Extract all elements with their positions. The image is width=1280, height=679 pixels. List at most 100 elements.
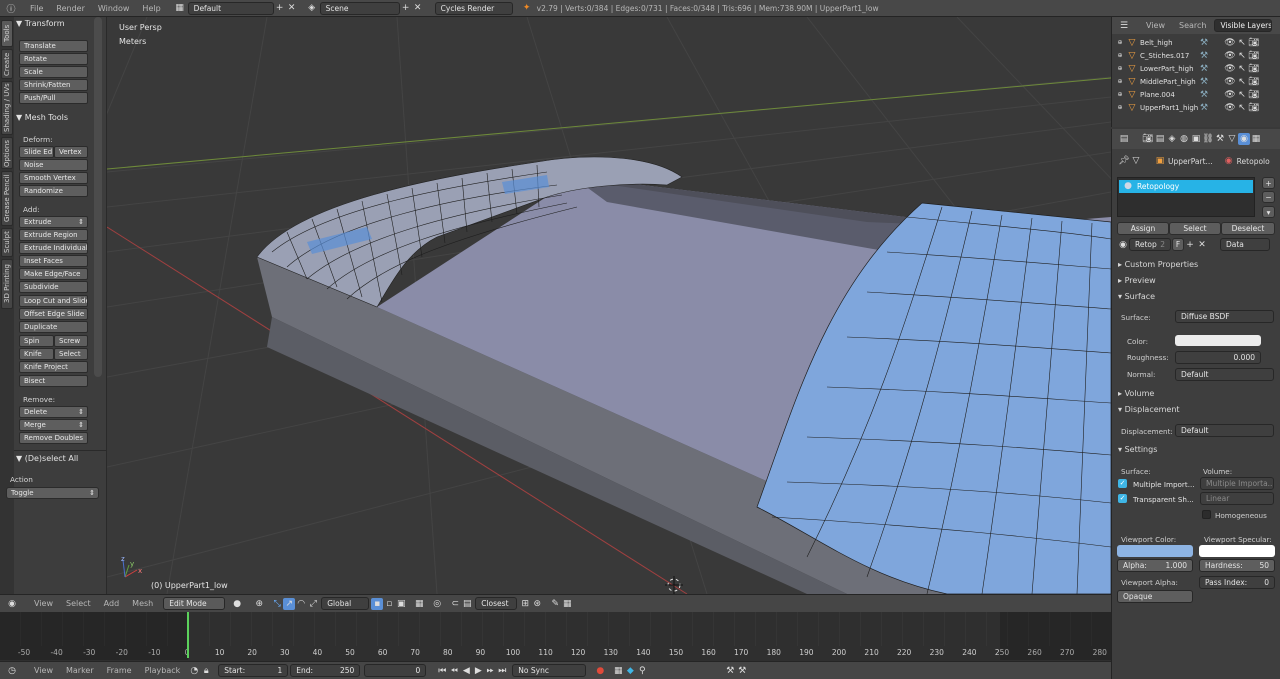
- select-arrow-icon[interactable]: ↖: [1236, 37, 1248, 49]
- blend-mode-select[interactable]: Opaque: [1117, 590, 1193, 603]
- translate-button[interactable]: Translate: [19, 40, 88, 52]
- snap-target-select[interactable]: Closest: [475, 597, 518, 610]
- render-layers-tab-icon[interactable]: ▤: [1154, 133, 1166, 145]
- extrude-menu[interactable]: Extrude ⇕: [19, 216, 88, 228]
- add-slot-button[interactable]: +: [1262, 177, 1275, 189]
- keyframe-type-icon[interactable]: ⚲: [636, 665, 648, 677]
- merge-menu[interactable]: Merge ⇕: [19, 419, 88, 431]
- end-frame-field[interactable]: End: 250: [290, 664, 361, 677]
- vertex-select-icon[interactable]: ▪: [371, 597, 384, 610]
- inset-faces-button[interactable]: Inset Faces: [19, 255, 88, 267]
- viewport-shading-icon[interactable]: ●: [231, 598, 243, 610]
- display-mode-select[interactable]: Visible Layers: [1214, 19, 1273, 32]
- transform-orientation-select[interactable]: Global: [321, 597, 370, 610]
- jump-end-icon[interactable]: ⏭︎: [496, 665, 508, 677]
- pin-icon[interactable]: 📌︎: [1118, 155, 1130, 167]
- rotate-button[interactable]: Rotate: [19, 53, 88, 65]
- scene-select[interactable]: Scene: [319, 1, 400, 15]
- 3d-cursor[interactable]: [665, 576, 683, 594]
- scale-manipulator-icon[interactable]: ⤢: [307, 598, 319, 610]
- new-material-icon[interactable]: +: [1184, 239, 1196, 251]
- snap-magnet-icon[interactable]: ⊂: [449, 598, 461, 610]
- material-slot-retopology[interactable]: Retopology: [1119, 180, 1253, 193]
- camera-render-icon[interactable]: 📷︎: [1248, 37, 1260, 49]
- extrude-region-button[interactable]: Extrude Region: [19, 229, 88, 241]
- expand-icon[interactable]: ⊕: [1114, 63, 1126, 75]
- eye-icon[interactable]: 👁︎: [1224, 37, 1236, 49]
- play-icon[interactable]: ▶: [472, 665, 484, 677]
- push-pull-button[interactable]: Push/Pull: [19, 92, 88, 104]
- menu-frame[interactable]: Frame: [107, 666, 132, 675]
- slot-specials-button[interactable]: ▾: [1262, 206, 1275, 218]
- material-slots-list[interactable]: Retopology ●: [1117, 177, 1255, 217]
- snap-options-icon[interactable]: ⊞: [519, 598, 531, 610]
- render-engine-select[interactable]: Cycles Render: [434, 1, 513, 15]
- camera-render-icon[interactable]: 📷︎: [1248, 102, 1260, 114]
- transform-panel-header[interactable]: ▼ Transform: [16, 19, 65, 28]
- unlink-material-icon[interactable]: ✕: [1196, 239, 1208, 251]
- assign-button[interactable]: Assign: [1117, 222, 1169, 235]
- select-arrow-icon[interactable]: ↖: [1236, 102, 1248, 114]
- sync-mode-select[interactable]: No Sync: [512, 664, 587, 677]
- remove-doubles-button[interactable]: Remove Doubles: [19, 432, 88, 444]
- pass-index-field[interactable]: Pass Index: 0: [1199, 576, 1275, 589]
- make-edge-face-button[interactable]: Make Edge/Face: [19, 268, 88, 280]
- render-animation-icon[interactable]: ▦: [561, 598, 573, 610]
- extrude-individual-button[interactable]: Extrude Individual: [19, 242, 88, 254]
- volume-interpolation-select[interactable]: Linear: [1200, 492, 1274, 505]
- remove-layout-icon[interactable]: ✕: [286, 2, 298, 14]
- add-layout-icon[interactable]: +: [274, 2, 286, 14]
- outliner-item[interactable]: ⊕ ▽ UpperPart1_high ⚒ 👁︎ ↖ 📷︎: [1112, 101, 1280, 114]
- editor-type-icon[interactable]: ◷: [6, 665, 18, 677]
- toolshelf-scrollbar[interactable]: [94, 17, 102, 377]
- randomize-button[interactable]: Randomize: [19, 185, 88, 197]
- tab-3d-printing[interactable]: 3D Printing: [1, 259, 13, 309]
- edge-select-icon[interactable]: ▫: [383, 598, 395, 610]
- 3d-viewport[interactable]: z y x User Persp Meters (0) UpperPart1_l…: [107, 17, 1111, 594]
- remove-scene-icon[interactable]: ✕: [412, 2, 424, 14]
- select-arrow-icon[interactable]: ↖: [1236, 50, 1248, 62]
- tab-shading-uvs[interactable]: Shading / UVs: [1, 81, 13, 135]
- action-select[interactable]: Toggle ⇕: [6, 487, 99, 499]
- duplicate-button[interactable]: Duplicate: [19, 321, 88, 333]
- scale-button[interactable]: Scale: [19, 66, 88, 78]
- keyframe-icon[interactable]: ◆: [624, 665, 636, 677]
- viewport-specular-swatch[interactable]: [1199, 545, 1275, 557]
- slide-edge-button[interactable]: Slide Ed: [19, 146, 54, 158]
- proportional-editing-icon[interactable]: ◎: [431, 598, 443, 610]
- material-name-field[interactable]: Retop 2: [1129, 238, 1171, 251]
- delete-menu[interactable]: Delete ⇕: [19, 406, 88, 418]
- material-tab-icon[interactable]: ◉: [1238, 133, 1250, 145]
- select-arrow-icon[interactable]: ↖: [1236, 63, 1248, 75]
- homogeneous-checkbox[interactable]: [1202, 510, 1211, 519]
- scene-tab-icon[interactable]: ◈: [1166, 133, 1178, 145]
- expand-icon[interactable]: ⊕: [1114, 76, 1126, 88]
- preview-range-icon[interactable]: ◔: [188, 665, 200, 677]
- outliner-view-menu[interactable]: View: [1146, 21, 1165, 30]
- shrink-fatten-button[interactable]: Shrink/Fatten: [19, 79, 88, 91]
- outliner-item[interactable]: ⊕ ▽ LowerPart_high ⚒ 👁︎ ↖ 📷︎: [1112, 62, 1280, 75]
- eye-icon[interactable]: 👁︎: [1224, 76, 1236, 88]
- smooth-vertex-button[interactable]: Smooth Vertex: [19, 172, 88, 184]
- data-tab-icon[interactable]: ▽: [1226, 133, 1238, 145]
- material-browse-icon[interactable]: ◉: [1117, 239, 1129, 251]
- lock-icon[interactable]: 🔒︎: [200, 665, 212, 677]
- menu-view[interactable]: View: [34, 599, 53, 608]
- modifiers-tab-icon[interactable]: ⚒: [1214, 133, 1226, 145]
- knife-project-button[interactable]: Knife Project: [19, 361, 88, 373]
- custom-properties-panel[interactable]: ▸ Custom Properties: [1118, 260, 1198, 269]
- tab-sculpt[interactable]: Sculpt: [1, 228, 13, 257]
- eye-icon[interactable]: 👁︎: [1224, 89, 1236, 101]
- jump-keyframe-back-icon[interactable]: ⏪︎: [448, 665, 460, 677]
- bisect-button[interactable]: Bisect: [19, 375, 88, 387]
- opengl-render-icon[interactable]: ✎: [549, 598, 561, 610]
- pivot-point-icon[interactable]: ⊕: [253, 598, 265, 610]
- menu-playback[interactable]: Playback: [145, 666, 181, 675]
- menu-add[interactable]: Add: [104, 599, 120, 608]
- eye-icon[interactable]: 👁︎: [1224, 63, 1236, 75]
- noise-button[interactable]: Noise: [19, 159, 88, 171]
- add-scene-icon[interactable]: +: [400, 2, 412, 14]
- outliner-search-menu[interactable]: Search: [1179, 21, 1206, 30]
- world-tab-icon[interactable]: ◍: [1178, 133, 1190, 145]
- deselect-button[interactable]: Deselect: [1221, 222, 1275, 235]
